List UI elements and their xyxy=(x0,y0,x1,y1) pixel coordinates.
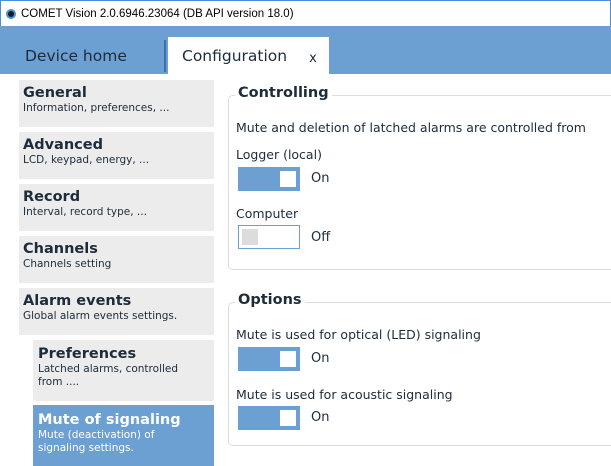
sidebar-item-subtitle: Global alarm events settings. xyxy=(23,310,178,322)
toggle-knob xyxy=(242,229,258,245)
sidebar-item-alarm-events[interactable]: Alarm events Global alarm events setting… xyxy=(19,288,214,335)
sidebar-item-mute-of-signaling[interactable]: Mute of signaling Mute (deactivation) of… xyxy=(33,405,214,466)
acoustic-signaling-state: On xyxy=(311,410,330,425)
toggle-knob xyxy=(280,410,296,426)
sidebar-item-preferences[interactable]: Preferences Latched alarms, controlled f… xyxy=(33,340,214,401)
computer-state: Off xyxy=(311,230,331,245)
tab-label: Device home xyxy=(25,47,127,65)
toggle-knob xyxy=(280,171,296,187)
window-titlebar: COMET Vision 2.0.6946.23064 (DB API vers… xyxy=(0,0,611,26)
tab-label: Configuration xyxy=(182,46,288,65)
sidebar-item-title: Mute of signaling xyxy=(38,412,181,428)
acoustic-signaling-toggle[interactable] xyxy=(238,406,300,430)
computer-label: Computer xyxy=(236,206,299,221)
sidebar-item-subtitle: Channels setting xyxy=(23,258,112,270)
sidebar: General Information, preferences, ... Ad… xyxy=(0,74,224,466)
sidebar-item-subtitle: Mute (deactivation) of signaling setting… xyxy=(38,429,155,454)
sidebar-item-channels[interactable]: Channels Channels setting xyxy=(19,236,214,283)
controlling-group: Controlling Mute and deletion of latched… xyxy=(228,85,611,270)
sidebar-item-title: Channels xyxy=(23,241,98,257)
sidebar-item-record[interactable]: Record Interval, record type, ... xyxy=(19,184,214,231)
sidebar-item-title: Alarm events xyxy=(23,293,132,309)
app-logo-icon xyxy=(6,8,16,19)
sidebar-item-subtitle: Latched alarms, controlled from .... xyxy=(38,363,179,388)
optical-signaling-toggle[interactable] xyxy=(238,347,300,371)
optical-signaling-state: On xyxy=(311,351,330,366)
tab-configuration[interactable]: Configuration x xyxy=(168,37,329,74)
sidebar-item-subtitle: Information, preferences, ... xyxy=(23,102,170,114)
sidebar-item-title: Preferences xyxy=(38,346,137,362)
options-group-title: Options xyxy=(235,292,305,308)
controlling-description: Mute and deletion of latched alarms are … xyxy=(236,120,586,135)
tab-bar: Device home Configuration x xyxy=(0,26,611,74)
sidebar-item-title: Advanced xyxy=(23,137,103,153)
close-tab-icon[interactable]: x xyxy=(309,51,317,66)
logger-local-toggle[interactable] xyxy=(238,167,300,191)
acoustic-signaling-label: Mute is used for acoustic signaling xyxy=(236,387,453,402)
sidebar-item-general[interactable]: General Information, preferences, ... xyxy=(19,80,214,127)
tab-device-home[interactable]: Device home xyxy=(10,40,166,72)
sidebar-item-subtitle: Interval, record type, ... xyxy=(23,206,147,218)
sidebar-item-advanced[interactable]: Advanced LCD, keypad, energy, ... xyxy=(19,132,214,179)
optical-signaling-label: Mute is used for optical (LED) signaling xyxy=(236,327,481,342)
options-group: Options Mute is used for optical (LED) s… xyxy=(228,292,611,446)
computer-toggle[interactable] xyxy=(238,225,300,249)
toggle-knob xyxy=(280,351,296,367)
sidebar-item-title: General xyxy=(23,85,87,101)
sidebar-item-subtitle: LCD, keypad, energy, ... xyxy=(23,154,150,166)
controlling-group-title: Controlling xyxy=(235,85,332,101)
window-title: COMET Vision 2.0.6946.23064 (DB API vers… xyxy=(21,7,294,20)
logger-local-state: On xyxy=(311,171,330,186)
sidebar-item-title: Record xyxy=(23,189,81,205)
logger-local-label: Logger (local) xyxy=(236,147,322,162)
